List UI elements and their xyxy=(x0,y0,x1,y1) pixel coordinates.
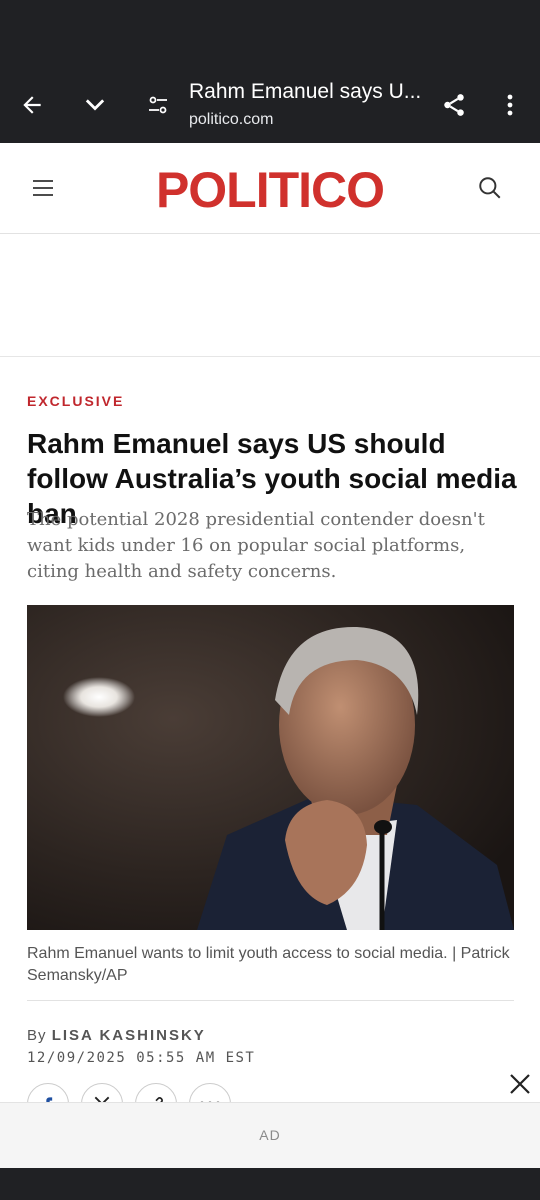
url-text[interactable]: politico.com xyxy=(189,111,273,129)
byline-prefix: By xyxy=(27,1027,47,1044)
author-link[interactable]: LISA KASHINSKY xyxy=(52,1027,206,1044)
back-arrow-icon[interactable] xyxy=(14,88,50,122)
more-vert-icon[interactable] xyxy=(496,88,524,122)
image-caption: Rahm Emanuel wants to limit youth access… xyxy=(27,945,510,984)
tab-title[interactable]: Rahm Emanuel says U... xyxy=(189,80,429,104)
ad-label: AD xyxy=(259,1127,281,1143)
ad-placeholder-top xyxy=(0,235,540,357)
politico-logo[interactable]: POLITICO xyxy=(0,161,540,219)
close-ad-icon[interactable] xyxy=(504,1068,536,1100)
search-icon[interactable] xyxy=(474,172,506,204)
site-header: POLITICO xyxy=(0,143,540,234)
article-photo xyxy=(27,605,514,930)
article-dek: The potential 2028 presidential contende… xyxy=(27,509,485,582)
site-settings-icon[interactable] xyxy=(140,88,176,122)
system-nav-bar xyxy=(0,1168,540,1200)
browser-toolbar: Rahm Emanuel says U... politico.com xyxy=(0,0,540,143)
publish-date: 12/09/2025 05:55 AM EST xyxy=(27,1050,256,1066)
ad-banner[interactable]: AD xyxy=(0,1102,540,1168)
chevron-down-icon[interactable] xyxy=(76,88,114,122)
article-kicker: EXCLUSIVE xyxy=(27,393,125,409)
share-icon[interactable] xyxy=(436,88,472,122)
byline: By LISA KASHINSKY xyxy=(27,1027,206,1044)
divider xyxy=(27,1000,514,1001)
